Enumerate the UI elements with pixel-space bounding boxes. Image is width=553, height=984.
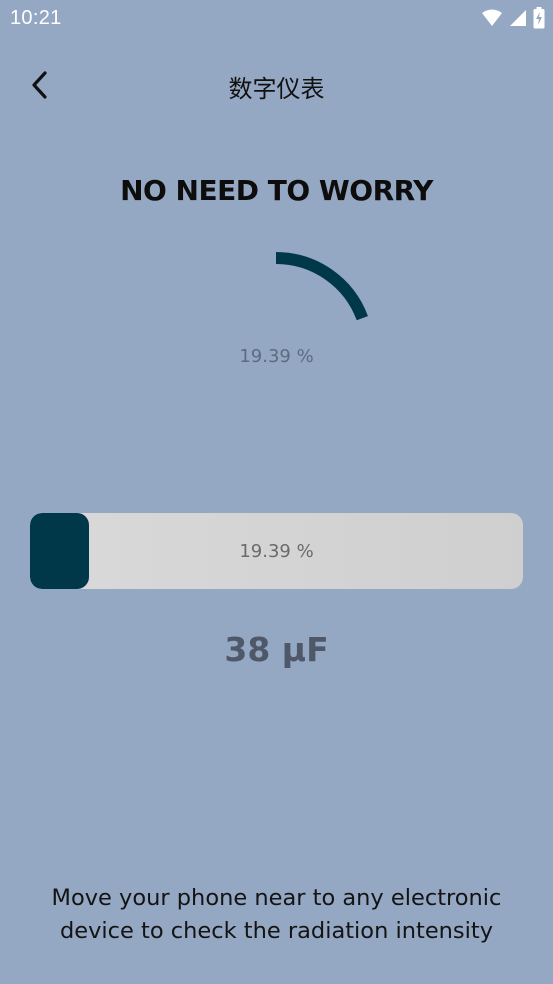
progress-label: 19.39 % bbox=[239, 541, 314, 562]
instructions-text: Move your phone near to any electronic d… bbox=[51, 885, 502, 944]
gauge-arc bbox=[275, 252, 368, 321]
meter-reading: 38 µF bbox=[224, 630, 329, 669]
gauge-percent-label: 19.39 % bbox=[239, 346, 314, 367]
progress-bar: 19.39 % bbox=[30, 513, 523, 589]
gauge bbox=[275, 252, 368, 321]
